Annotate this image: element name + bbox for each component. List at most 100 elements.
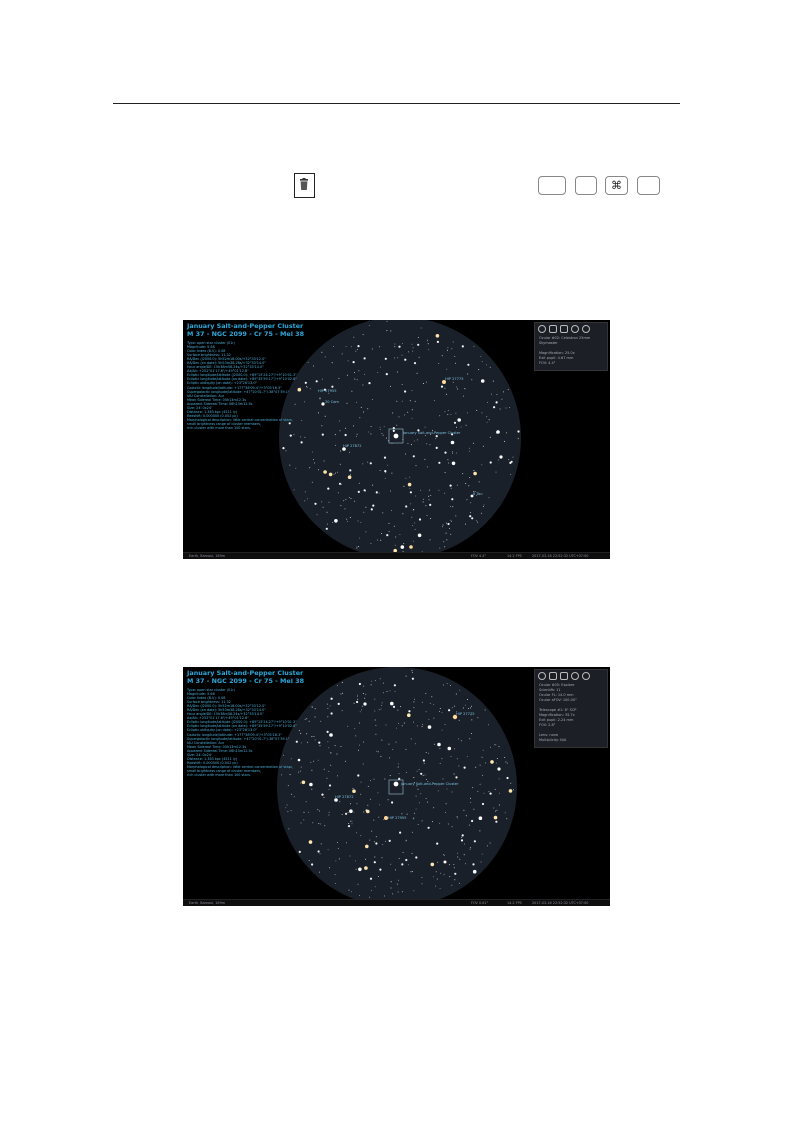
star: [482, 749, 484, 751]
star: [358, 722, 360, 724]
star: [414, 400, 416, 402]
crosshair-icon[interactable]: [549, 672, 557, 680]
telrad-icon[interactable]: [560, 325, 568, 333]
sensor-icon[interactable]: [571, 672, 579, 680]
star: [347, 520, 349, 522]
star: [468, 824, 470, 826]
star: [411, 390, 413, 392]
star: [481, 412, 483, 414]
star: [327, 849, 329, 851]
star: [394, 343, 396, 345]
star: [363, 811, 365, 813]
star: [333, 473, 335, 475]
ocular-panel: Ocular #05: Explore Scientific 11 Ocular…: [534, 669, 608, 748]
star: [426, 381, 427, 383]
star: [370, 426, 372, 428]
star: [380, 755, 382, 757]
star: [406, 813, 408, 815]
star: [282, 447, 285, 450]
star: [444, 724, 446, 725]
star: [483, 504, 485, 506]
star: [397, 763, 399, 765]
star: [395, 536, 397, 538]
ocular-icon[interactable]: [538, 672, 546, 680]
star: [455, 693, 457, 695]
star: [332, 522, 334, 524]
star: [449, 527, 450, 529]
star: [324, 825, 326, 827]
star: [304, 436, 306, 438]
bright-star: [409, 545, 413, 549]
star: [338, 858, 340, 860]
star: [334, 434, 336, 436]
star: [331, 362, 333, 364]
star: [443, 541, 445, 543]
star: [374, 719, 376, 721]
star: [486, 364, 487, 366]
star: [458, 882, 460, 884]
star: [465, 523, 466, 525]
star: [288, 828, 290, 830]
star: [442, 778, 444, 780]
star: [358, 482, 360, 484]
ocular-info: Ocular #02: Celestron 25mm Skymaster Mag…: [535, 335, 607, 370]
star: [488, 419, 490, 421]
telrad-icon[interactable]: [560, 672, 568, 680]
star: [349, 809, 353, 813]
star: [392, 893, 394, 895]
star: [428, 495, 430, 497]
star: [482, 445, 484, 447]
sensor-icon[interactable]: [571, 325, 579, 333]
star: [471, 733, 472, 734]
star: [433, 717, 435, 719]
star: [340, 450, 341, 452]
star: [370, 684, 372, 686]
star: [360, 522, 362, 523]
star: [346, 402, 348, 404]
star: [355, 350, 357, 352]
crosshair-icon[interactable]: [549, 325, 557, 333]
star: [446, 349, 448, 351]
star: [327, 716, 329, 718]
star-label: 20 Cam: [325, 400, 339, 404]
star: [364, 697, 366, 699]
star: [447, 459, 449, 461]
star: [349, 855, 351, 857]
star: [306, 733, 308, 735]
star: [413, 707, 415, 709]
star: [424, 426, 426, 428]
config-icon[interactable]: [582, 325, 590, 333]
star: [473, 808, 475, 810]
star: [378, 709, 380, 711]
star: [466, 499, 468, 501]
star: [329, 733, 333, 737]
star: [449, 484, 452, 487]
star: [316, 514, 318, 516]
star: [441, 711, 443, 713]
config-icon[interactable]: [582, 672, 590, 680]
star: [428, 499, 430, 501]
star: [354, 728, 356, 730]
star: [353, 811, 355, 813]
star: [402, 343, 404, 345]
star: [344, 508, 346, 510]
star: [368, 325, 370, 326]
star: [399, 831, 402, 834]
star: [417, 343, 420, 346]
star: [488, 497, 490, 499]
star: [345, 499, 347, 500]
star: [355, 735, 357, 737]
star: [492, 380, 494, 382]
ocular-icon[interactable]: [538, 325, 546, 333]
star: [401, 384, 403, 385]
star: [427, 826, 430, 829]
star: [385, 472, 387, 474]
star: [383, 895, 385, 897]
star: [407, 713, 411, 717]
star: [338, 377, 340, 379]
star: [489, 461, 492, 464]
star: [445, 522, 447, 524]
star: [340, 693, 342, 695]
star: [486, 421, 488, 423]
star: [383, 426, 385, 428]
